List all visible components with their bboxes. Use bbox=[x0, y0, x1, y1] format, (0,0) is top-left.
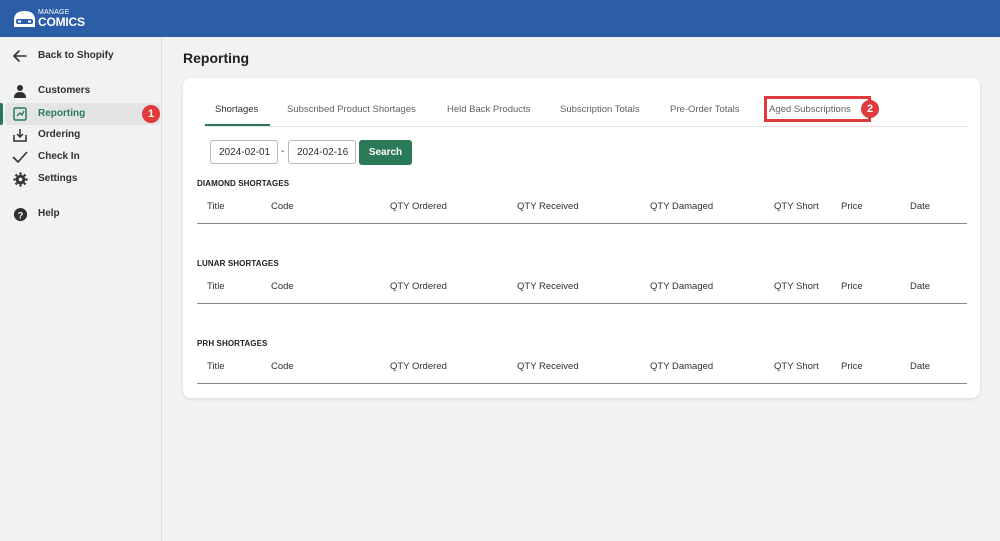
back-to-shopify-label: Back to Shopify bbox=[38, 50, 114, 61]
start-date-input[interactable]: 2024-02-01 bbox=[210, 140, 278, 164]
table-divider bbox=[197, 303, 967, 304]
sidebar-item-check-in[interactable]: Check In bbox=[0, 146, 162, 168]
date-range-separator: - bbox=[281, 146, 285, 157]
annotation-badge-1: 1 bbox=[142, 105, 160, 123]
arrow-left-icon bbox=[12, 48, 28, 64]
column-header-qty-short: QTY Short bbox=[774, 201, 819, 212]
column-header-qty-ordered: QTY Ordered bbox=[390, 201, 447, 212]
column-header-title: Title bbox=[207, 281, 225, 292]
column-header-date: Date bbox=[910, 361, 931, 372]
sidebar-item-help[interactable]: ? Help bbox=[0, 203, 162, 225]
column-header-title: Title bbox=[207, 201, 225, 212]
column-header-qty-short: QTY Short bbox=[774, 361, 819, 372]
sidebar-item-customers[interactable]: Customers bbox=[0, 80, 162, 102]
sidebar-item-settings[interactable]: Settings bbox=[0, 168, 162, 190]
sidebar-item-label: Reporting bbox=[38, 108, 86, 119]
manage-comics-logo[interactable]: MANAGE COMICS bbox=[13, 7, 85, 31]
column-header-code: Code bbox=[271, 281, 294, 292]
column-header-date: Date bbox=[910, 201, 931, 212]
tab-shortages[interactable]: Shortages bbox=[215, 104, 258, 115]
tab-pre-order-totals[interactable]: Pre-Order Totals bbox=[670, 104, 740, 115]
table-divider bbox=[197, 383, 967, 384]
report-card: Shortages Subscribed Product Shortages H… bbox=[183, 78, 980, 398]
column-header-title: Title bbox=[207, 361, 225, 372]
column-header-price: Price bbox=[841, 361, 863, 372]
person-icon bbox=[12, 83, 28, 99]
question-circle-icon: ? bbox=[12, 206, 28, 222]
end-date-input[interactable]: 2024-02-16 bbox=[288, 140, 356, 164]
active-tab-underline bbox=[205, 124, 270, 126]
sidebar-item-label: Customers bbox=[38, 85, 91, 96]
section-title-lunar: LUNAR SHORTAGES bbox=[197, 259, 279, 268]
sidebar-item-ordering[interactable]: Ordering bbox=[0, 124, 162, 146]
annotation-badge-2: 2 bbox=[861, 100, 879, 118]
gear-icon bbox=[12, 171, 28, 187]
column-header-qty-ordered: QTY Ordered bbox=[390, 281, 447, 292]
column-header-qty-received: QTY Received bbox=[517, 201, 579, 212]
sidebar-item-reporting[interactable]: Reporting bbox=[5, 103, 160, 125]
tab-held-back-products[interactable]: Held Back Products bbox=[447, 104, 530, 115]
report-icon bbox=[12, 106, 28, 122]
download-tray-icon bbox=[12, 127, 28, 143]
logo-dome-icon bbox=[14, 11, 35, 27]
top-bar: MANAGE COMICS bbox=[0, 0, 1000, 37]
sidebar: Back to Shopify Customers Reporting 1 Or… bbox=[0, 37, 162, 541]
annotation-highlight-box bbox=[764, 96, 871, 122]
section-title-prh: PRH SHORTAGES bbox=[197, 339, 268, 348]
tab-subscribed-product-shortages[interactable]: Subscribed Product Shortages bbox=[287, 104, 416, 115]
column-header-qty-received: QTY Received bbox=[517, 361, 579, 372]
column-header-code: Code bbox=[271, 361, 294, 372]
sidebar-item-label: Settings bbox=[38, 173, 78, 184]
svg-text:?: ? bbox=[17, 210, 23, 220]
column-header-date: Date bbox=[910, 281, 931, 292]
section-title-diamond: DIAMOND SHORTAGES bbox=[197, 179, 290, 188]
column-header-qty-damaged: QTY Damaged bbox=[650, 361, 714, 372]
column-header-code: Code bbox=[271, 201, 294, 212]
active-indicator bbox=[0, 103, 3, 125]
sidebar-item-label: Help bbox=[38, 208, 60, 219]
search-button[interactable]: Search bbox=[359, 140, 412, 165]
column-header-qty-short: QTY Short bbox=[774, 281, 819, 292]
column-header-qty-damaged: QTY Damaged bbox=[650, 201, 714, 212]
logo-text-bottom: COMICS bbox=[38, 15, 85, 29]
column-header-qty-damaged: QTY Damaged bbox=[650, 281, 714, 292]
page-title: Reporting bbox=[183, 50, 250, 66]
column-header-qty-ordered: QTY Ordered bbox=[390, 361, 447, 372]
column-header-price: Price bbox=[841, 201, 863, 212]
tab-subscription-totals[interactable]: Subscription Totals bbox=[560, 104, 640, 115]
column-header-qty-received: QTY Received bbox=[517, 281, 579, 292]
column-header-price: Price bbox=[841, 281, 863, 292]
sidebar-item-label: Check In bbox=[38, 151, 80, 162]
back-to-shopify-link[interactable]: Back to Shopify bbox=[0, 45, 162, 67]
sidebar-item-label: Ordering bbox=[38, 129, 81, 140]
table-divider bbox=[197, 223, 967, 224]
checkmark-icon bbox=[12, 149, 28, 165]
